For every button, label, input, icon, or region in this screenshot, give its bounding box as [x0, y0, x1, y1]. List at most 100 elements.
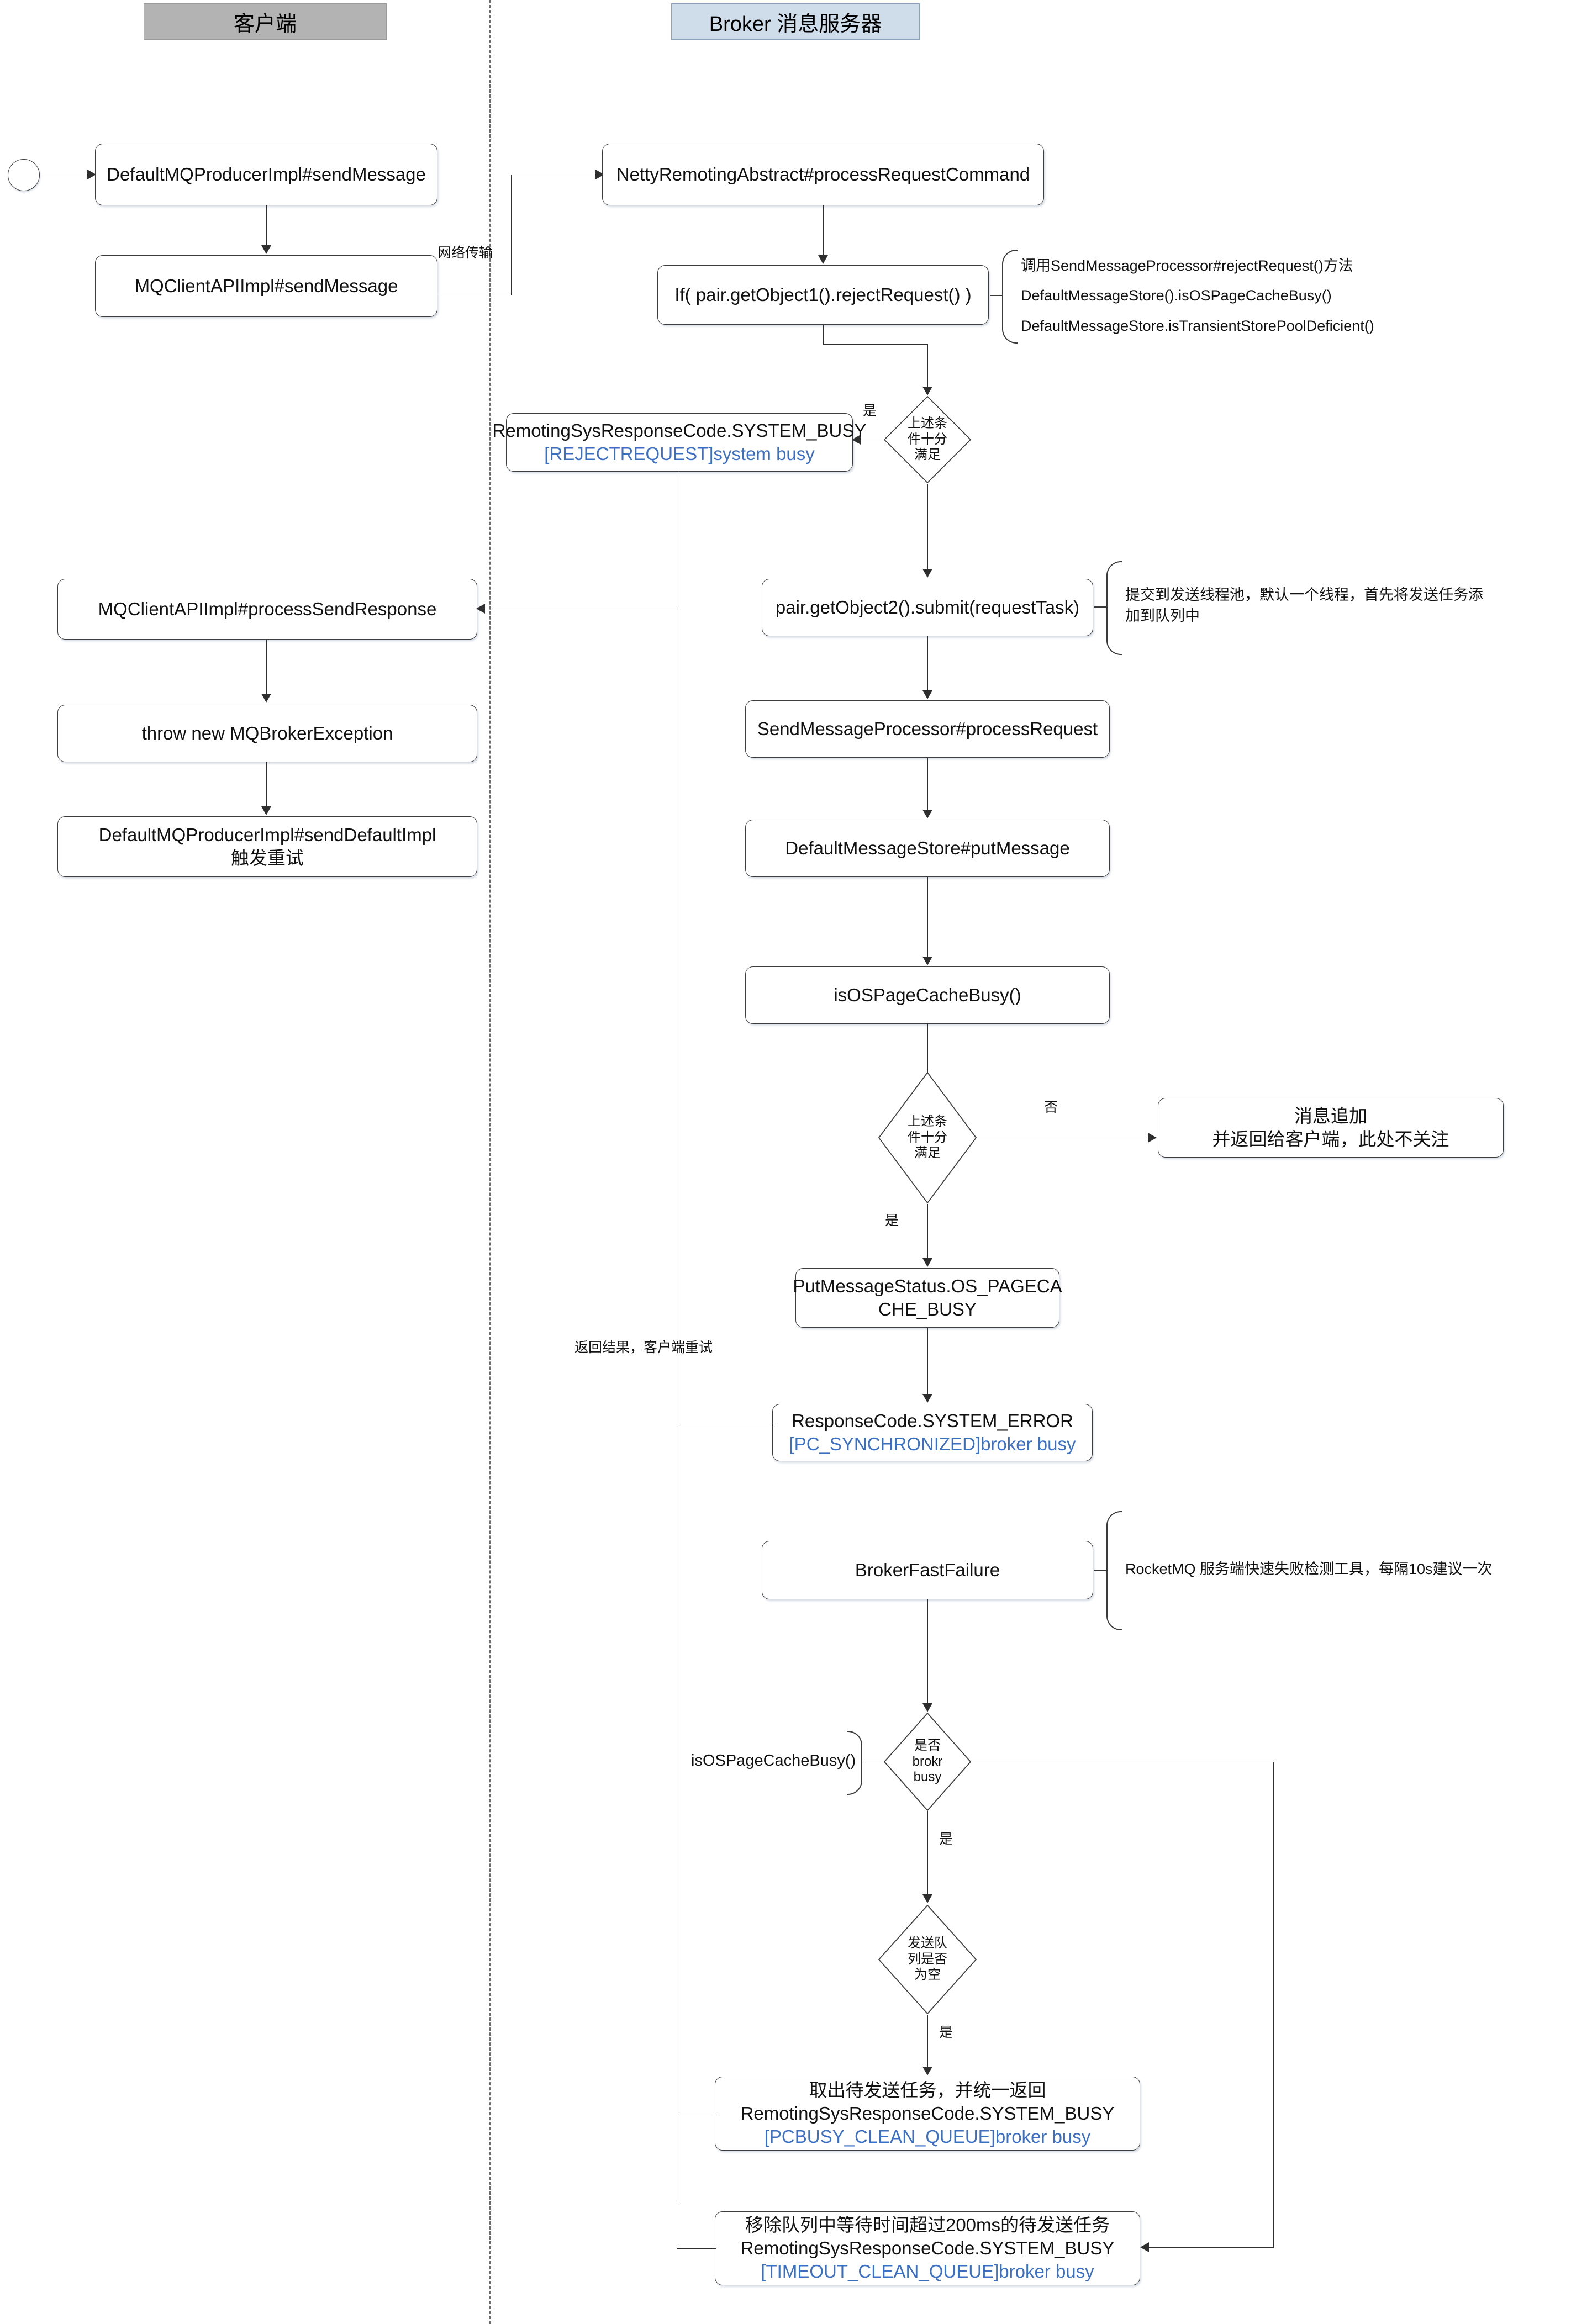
annotation-line: 调用SendMessageProcessor#rejectRequest()方法 — [1021, 257, 1353, 274]
annotation-reject-request: 调用SendMessageProcessor#rejectRequest()方法… — [1021, 255, 1374, 336]
decision-line: 是否 — [914, 1737, 941, 1753]
lane-header-client: 客户端 — [144, 3, 387, 40]
node-label: RemotingSysResponseCode.SYSTEM_BUSY — [492, 420, 867, 441]
brace-stub-threadpool — [1094, 606, 1106, 608]
edge-processrequest-to-ifreject — [823, 205, 824, 256]
arrowhead-no-reject-down — [922, 569, 932, 578]
edge-label-return-retry: 返回结果，客户端重试 — [574, 1340, 713, 1355]
node-label: ResponseCode.SYSTEM_ERROR — [792, 1410, 1073, 1431]
annotation-line: RocketMQ 服务端快速失败检测工具，每隔10s建议一次 — [1125, 1561, 1493, 1577]
arrowhead-yes-pagecache-down — [922, 1258, 932, 1267]
node-label: DefaultMQProducerImpl#sendDefaultImpl — [98, 824, 436, 845]
decision-line: 上述条 — [908, 415, 947, 431]
edge-fastfailure-to-brokerbusy-decision — [927, 1599, 928, 1704]
node-label-code: [PC_SYNCHRONIZED]broker busy — [789, 1434, 1076, 1454]
edge-ifreject-down-b — [927, 344, 928, 388]
edge-processor-to-putmessage — [927, 758, 928, 811]
annotation-line: 提交到发送线程池，默认一个线程，首先将发送任务添 — [1125, 587, 1483, 603]
node-netty-remoting-abstract-process-request-command: NettyRemotingAbstract#processRequestComm… — [602, 144, 1044, 205]
node-mq-client-api-send-message: MQClientAPIImpl#sendMessage — [95, 255, 437, 317]
node-put-message-status-os-pagecache-busy: PutMessageStatus.OS_PAGECA CHE_BUSY — [793, 1268, 1062, 1328]
node-label: PutMessageStatus.OS_PAGECA — [793, 1275, 1062, 1296]
arrowhead-putmessagestatus-to-systemerror — [922, 1394, 932, 1403]
lane-header-broker-label: Broker 消息服务器 — [709, 12, 882, 36]
edge-yes-brokerbusy-down — [927, 1811, 928, 1895]
node-label: isOSPageCacheBusy() — [834, 984, 1021, 1005]
edge-queueempty-to-pcbusy — [927, 2015, 928, 2068]
node-label: DefaultMessageStore#putMessage — [785, 837, 1070, 858]
node-message-append-return-client: 消息追加 并返回给客户端，此处不关注 — [1158, 1098, 1504, 1158]
node-label-code: RemotingSysResponseCode.SYSTEM_BUSY — [740, 2103, 1115, 2124]
node-broker-fast-failure: BrokerFastFailure — [762, 1541, 1093, 1599]
node-label: 消息追加 — [1294, 1105, 1367, 1126]
edge-brokerbusy-loop-into-timeout — [1149, 2247, 1274, 2248]
decision-line: 为空 — [914, 1967, 941, 1983]
arrowhead-processor-to-putmessage — [922, 810, 932, 818]
brace-thread-pool — [1106, 561, 1122, 655]
node-throw-mq-broker-exception: throw new MQBrokerException — [57, 705, 477, 762]
edge-ifreject-jog — [823, 344, 928, 345]
decision-line: 列是否 — [908, 1951, 947, 1967]
arrowhead-processrequest-to-ifreject — [818, 255, 828, 264]
node-label-tag: [PCBUSY_CLEAN_QUEUE]broker busy — [764, 2126, 1091, 2147]
node-label: 取出待发送任务，并统一返回 — [809, 2079, 1046, 2100]
decision-line: 上述条 — [908, 1113, 947, 1129]
edge-label-yes-queueempty: 是 — [939, 2025, 953, 2040]
edge-processresponse-to-throw — [266, 640, 267, 695]
decision-text: 上述条 件十分 满足 — [878, 1071, 977, 1204]
brace-fast-failure — [1106, 1511, 1122, 1630]
decision-condition-satisfied-pagecache: 上述条 件十分 满足 — [878, 1071, 977, 1204]
decision-line: 满足 — [914, 447, 941, 463]
node-remoting-sys-response-code-system-busy-reject: RemotingSysResponseCode.SYSTEM_BUSY [REJ… — [493, 413, 866, 472]
node-label: SendMessageProcessor#processRequest — [757, 718, 1098, 739]
edge-throw-to-senddefault — [266, 762, 267, 807]
edge-label-yes-brokerbusy: 是 — [939, 1831, 953, 1847]
lane-header-broker: Broker 消息服务器 — [671, 3, 920, 40]
edge-label-yes-pagecache: 是 — [885, 1213, 899, 1228]
arrowhead-loop-into-timeout — [1140, 2242, 1149, 2252]
decision-text: 上述条 件十分 满足 — [883, 395, 972, 484]
brace-reject-request — [1002, 250, 1018, 344]
edge-no-reject-down — [927, 484, 928, 570]
node-label: If( pair.getObject1().rejectRequest() ) — [674, 284, 972, 305]
arrowhead-systembusy-to-client — [476, 604, 485, 614]
arrowhead-processresponse-to-throw — [261, 694, 271, 703]
decision-text: 是否 brokr busy — [883, 1712, 972, 1811]
swimlane-divider — [489, 0, 491, 2324]
decision-line: 发送队 — [908, 1935, 947, 1951]
node-pcbusy-clean-queue: 取出待发送任务，并统一返回 RemotingSysResponseCode.SY… — [715, 2077, 1140, 2151]
decision-line: 件十分 — [908, 1129, 947, 1145]
node-label: 移除队列中等待时间超过200ms的待发送任务 — [745, 2214, 1110, 2235]
decision-send-queue-empty: 发送队 列是否 为空 — [878, 1904, 977, 2015]
edge-putmessage-to-pagecachebusy — [927, 877, 928, 958]
node-response-code-system-error: ResponseCode.SYSTEM_ERROR [PC_SYNCHRONIZ… — [772, 1404, 1093, 1461]
annotation-fast-failure: RocketMQ 服务端快速失败检测工具，每隔10s建议一次 — [1125, 1559, 1493, 1580]
label-is-os-page-cache-busy: isOSPageCacheBusy() — [691, 1752, 856, 1770]
node-label: NettyRemotingAbstract#processRequestComm… — [616, 163, 1030, 184]
arrowhead-yes-brokerbusy-down — [922, 1894, 932, 1903]
arrowhead-sendmessage-to-apisend — [261, 245, 271, 254]
node-is-os-page-cache-busy: isOSPageCacheBusy() — [745, 966, 1110, 1024]
node-submit-request-task: pair.getObject2().submit(requestTask) — [762, 579, 1093, 636]
arrowhead-throw-to-senddefault — [261, 806, 271, 815]
brace-stub-reject — [990, 295, 1002, 296]
annotation-line: DefaultMessageStore().isOSPageCacheBusy(… — [1021, 287, 1332, 304]
arrowhead-submit-to-processor — [922, 690, 932, 699]
node-send-message-processor-process-request: SendMessageProcessor#processRequest — [745, 700, 1110, 758]
node-label-cont: CHE_BUSY — [878, 1299, 977, 1319]
node-default-mq-producer-send-message: DefaultMQProducerImpl#sendMessage — [95, 144, 437, 205]
node-label: throw new MQBrokerException — [141, 722, 393, 743]
brace-stub-fastfailure — [1094, 1570, 1106, 1571]
node-label: pair.getObject2().submit(requestTask) — [775, 596, 1080, 617]
lane-header-client-label: 客户端 — [233, 12, 297, 36]
edge-putmessagestatus-to-systemerror — [927, 1328, 928, 1395]
edge-ifreject-down-a — [823, 325, 824, 345]
node-label: MQClientAPIImpl#processSendResponse — [98, 598, 437, 619]
decision-line: brokr — [912, 1753, 943, 1769]
decision-line: 件十分 — [908, 431, 947, 447]
edge-submit-to-processor — [927, 636, 928, 691]
edge-sendmessage-to-apisend — [266, 205, 267, 246]
node-label-code: RemotingSysResponseCode.SYSTEM_BUSY — [740, 2237, 1115, 2258]
edge-brokerbusy-loop-down — [1273, 1762, 1274, 2248]
flowchart-canvas: 客户端 Broker 消息服务器 DefaultMQProducerImpl#s… — [0, 0, 1571, 2324]
